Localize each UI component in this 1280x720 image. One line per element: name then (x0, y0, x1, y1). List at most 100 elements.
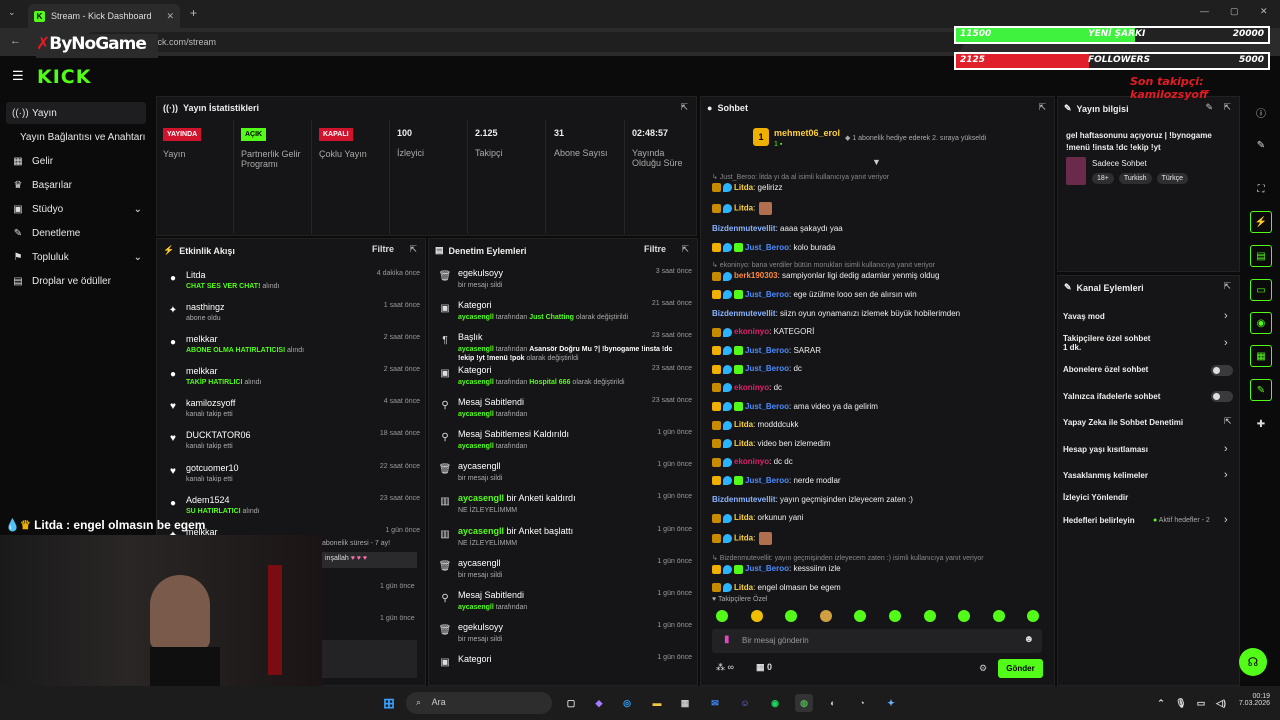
maximize-icon[interactable]: ▢ (1230, 6, 1239, 17)
activity-row[interactable]: ● melkkar TAKİP HATIRLICI alındı 2 saat önc… (166, 366, 420, 398)
back-icon[interactable]: ← (10, 35, 21, 47)
chat-username[interactable]: Just_Beroo (745, 402, 789, 411)
chevron-right-icon[interactable]: › (1224, 310, 1228, 322)
popout-icon[interactable]: ⇱ (409, 244, 417, 255)
volume-icon[interactable]: ◁) (1212, 694, 1230, 712)
moderation-row[interactable]: ¶ Başlık aycasengll tarafından Asansör Doğ… (438, 332, 692, 364)
chat-username[interactable]: Bizdenmutevellit (712, 309, 776, 318)
moderation-row[interactable]: 🗑 egekulsoyy bir mesajı sildi 1 gün önce (438, 622, 692, 654)
chat-username[interactable]: Just_Beroo (745, 346, 789, 355)
file-explorer-icon[interactable]: ▬ (648, 694, 666, 712)
sidebar-item-droplar[interactable]: ▤ Droplar ve ödüller (6, 270, 146, 292)
emote-shortcut-icon[interactable] (819, 610, 832, 622)
copilot-icon[interactable]: ◆ (590, 694, 608, 712)
add-widget-icon[interactable]: ✚ (1250, 413, 1272, 435)
chat-username[interactable]: ekoninyo (734, 457, 769, 466)
pinned-username[interactable]: mehmet06_erol (774, 128, 840, 138)
category-name[interactable]: Sadece Sohbet (1092, 159, 1147, 168)
popout-icon[interactable]: ⇱ (1223, 281, 1231, 292)
moderation-row[interactable]: ▥ aycasengll bir Anketi kaldırdı NE İZLEYE… (438, 493, 692, 525)
broadcast-icon[interactable]: ◉ (1250, 312, 1272, 334)
sidebar-item-topluluk[interactable]: ⚑ Topluluk ⌄ (6, 246, 146, 268)
tag-chip[interactable]: Türkçe (1156, 173, 1188, 184)
chat-username[interactable]: Litda (734, 533, 753, 542)
banned-words-item[interactable]: Yasaklanmış kelimeler (1063, 471, 1148, 480)
popout-icon[interactable]: ⇱ (680, 102, 688, 113)
chat-username[interactable]: Just_Beroo (745, 243, 789, 252)
emoji-icon[interactable]: ☻ (1023, 634, 1034, 645)
chat-input[interactable]: ▮ Bir mesaj gönderin ☻ (712, 629, 1042, 653)
kick-logo[interactable]: KICK (37, 66, 91, 88)
moderation-row[interactable]: ▣ Kategori 1 gün önce (438, 654, 692, 686)
mail-icon[interactable]: ✉ (706, 694, 724, 712)
task-view-icon[interactable]: ▢ (562, 694, 580, 712)
account-age-item[interactable]: Hesap yaşı kısıtlaması (1063, 445, 1148, 454)
windows-start-icon[interactable]: ⊞ (380, 694, 398, 712)
chat-username[interactable]: Litda (734, 203, 753, 212)
chat-username[interactable]: Just_Beroo (745, 564, 789, 573)
moderation-row[interactable]: 🗑 egekulsoyy bir mesajı sildi 3 saat önce (438, 268, 692, 300)
edge-icon[interactable]: ◎ (618, 694, 636, 712)
app-icon[interactable]: ✦ (882, 694, 900, 712)
new-tab-icon[interactable]: + (190, 6, 197, 20)
chat-username[interactable]: Just_Beroo (745, 364, 789, 373)
popout-icon[interactable]: ⇱ (1223, 102, 1231, 113)
chat-username[interactable]: Bizdenmutevellit (712, 224, 776, 233)
emote-shortcut-icon[interactable] (923, 610, 936, 622)
popout-icon[interactable]: ⇱ (681, 244, 689, 255)
activity-row[interactable]: ● Litda CHAT SES VER CHAT! alındı 4 dakika … (166, 270, 420, 302)
filter-button[interactable]: Filtre (372, 244, 394, 254)
discord-icon[interactable]: ☺ (736, 694, 754, 712)
emote-shortcut-icon[interactable] (889, 610, 901, 622)
chat-username[interactable]: Just_Beroo (745, 476, 789, 485)
moderation-row[interactable]: ⚲ Mesaj Sabitlendi aycasengll tarafından 23… (438, 397, 692, 429)
sidebar-item-basarilar[interactable]: ♛ Başarılar (6, 174, 146, 196)
slow-mode-item[interactable]: Yavaş mod (1063, 312, 1105, 321)
moderation-row[interactable]: ▣ Kategori aycasengll tarafından Hospital … (438, 365, 692, 397)
ai-moderation-item[interactable]: Yapay Zeka ile Sohbet Denetimi (1063, 418, 1183, 427)
window-close-icon[interactable]: ✕ (1260, 6, 1268, 17)
clipboard-icon[interactable]: ▤ (1250, 245, 1272, 267)
moderation-row[interactable]: ⚲ Mesaj Sabitlendi aycasengll tarafından 1 … (438, 590, 692, 622)
wrench-icon[interactable]: ✎ (1250, 379, 1272, 401)
popout-icon[interactable]: ⇱ (1038, 102, 1046, 113)
chat-username[interactable]: berk190303 (734, 271, 778, 280)
chevron-right-icon[interactable]: › (1224, 514, 1228, 526)
edit-icon[interactable]: ✎ (1205, 102, 1213, 113)
moderation-row[interactable]: ▣ Kategori aycasengll tarafından Just Chat… (438, 300, 692, 332)
sidebar-item-stream-key[interactable]: Yayın Bağlantısı ve Anahtarı (14, 126, 154, 148)
clock[interactable]: 00:19 7.03.2026 (1232, 693, 1270, 707)
sidebar-item-gelir[interactable]: ▦ Gelir (6, 150, 146, 172)
chat-settings-icon[interactable]: ⚙ (979, 663, 987, 674)
minimize-icon[interactable]: — (1200, 6, 1209, 16)
chat-username[interactable]: Litda (734, 420, 753, 429)
bolt-icon[interactable]: ⚡ (1250, 211, 1272, 233)
activity-row[interactable]: ♥ gotcuomer10 kanalı takip etti 22 saat önc… (166, 463, 420, 495)
support-icon[interactable]: ☊ (1239, 648, 1267, 676)
mic-icon[interactable]: ▮ (724, 634, 730, 645)
chat-username[interactable]: ekoninyo (734, 327, 769, 336)
chevron-right-icon[interactable]: › (1224, 337, 1228, 349)
activity-row[interactable]: ♥ DUCKTATOR06 kanalı takip etti 18 saat önc… (166, 430, 420, 462)
sidebar-item-yayin[interactable]: ((·)) Yayın (6, 102, 146, 124)
activity-row[interactable]: ● melkkar ABONE OLMA HATIRLATICISI alındı 2… (166, 334, 420, 366)
points-display[interactable]: ⁂ ∞ (716, 662, 734, 673)
network-icon[interactable]: ▭ (1192, 694, 1210, 712)
url-field[interactable]: dashboard.kick.com/stream (84, 32, 964, 52)
info-icon[interactable]: ⓘ (1250, 101, 1272, 123)
chrome-icon[interactable]: ◍ (795, 694, 813, 712)
tag-chip[interactable]: 18+ (1092, 173, 1114, 184)
send-button[interactable]: Gönder (998, 659, 1043, 678)
emote-only-toggle[interactable] (1211, 391, 1233, 402)
subs-only-toggle[interactable] (1211, 365, 1233, 376)
tag-chip[interactable]: Turkish (1118, 173, 1152, 184)
chat-username[interactable]: Litda (734, 183, 753, 192)
chat-username[interactable]: ekoninyo (734, 383, 769, 392)
chevron-right-icon[interactable]: › (1224, 469, 1228, 481)
chat-username[interactable]: Bizdenmutevellit (712, 495, 776, 504)
external-link-icon[interactable]: ⇱ (1224, 416, 1232, 427)
followers-only-item[interactable]: Takipçilere özel sohbet 1 dk. (1063, 334, 1150, 352)
steam-icon[interactable]: ◐ (824, 694, 842, 712)
close-tab-icon[interactable]: ✕ (166, 11, 174, 22)
chevron-right-icon[interactable]: › (1224, 443, 1228, 455)
